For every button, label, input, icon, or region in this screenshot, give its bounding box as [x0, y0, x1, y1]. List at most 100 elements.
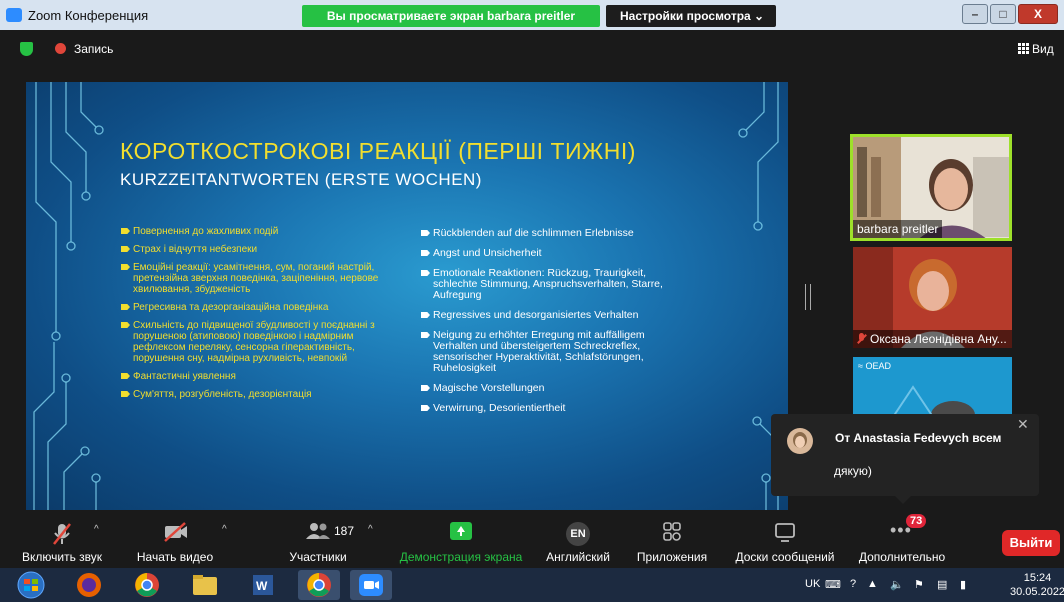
- arrow-bullet-icon: [421, 270, 430, 276]
- window-title: Zoom Конференция: [28, 8, 149, 23]
- apps-button[interactable]: Приложения: [630, 514, 714, 568]
- help-icon[interactable]: ?: [850, 578, 856, 590]
- list-item: Verwirrung, Desorientiertheit: [421, 403, 691, 414]
- svg-text:W: W: [256, 579, 268, 593]
- taskbar-clock[interactable]: 15:24 30.05.2022: [1010, 571, 1064, 599]
- participants-chevron-icon[interactable]: ^: [368, 524, 373, 535]
- security-shield-icon[interactable]: [20, 42, 33, 56]
- chat-notification[interactable]: От Anastasia Fedevych всем дякую) ✕: [771, 414, 1039, 504]
- show-hidden-icons-icon[interactable]: ▲: [867, 578, 878, 590]
- minimize-icon: –: [971, 7, 979, 21]
- meeting-toolbar: Включить звук ^ Начать видео ^ Участники…: [0, 514, 1064, 568]
- zoom-icon[interactable]: [350, 570, 392, 600]
- arrow-bullet-icon: [421, 405, 430, 411]
- keyboard-icon[interactable]: ⌨: [825, 578, 841, 591]
- arrow-bullet-icon: [121, 373, 130, 379]
- list-item: Neigung zu erhöhter Erregung mit auffäll…: [421, 330, 691, 374]
- participant-tile[interactable]: ≈ OEAD: [853, 357, 1012, 417]
- video-options-chevron-icon[interactable]: ^: [222, 524, 227, 535]
- firefox-icon[interactable]: [68, 570, 110, 600]
- maximize-button[interactable]: □: [990, 4, 1016, 24]
- participant-tile-active-speaker[interactable]: barbara preitler: [850, 134, 1012, 241]
- list-item: Схильність до підвищеної збудливості у п…: [121, 320, 381, 364]
- shared-screen-slide: КОРОТКОСТРОКОВІ РЕАКЦІЇ (ПЕРШІ ТИЖНІ) KU…: [26, 82, 788, 510]
- participant-name: barbara preitler: [853, 220, 943, 238]
- start-orb-icon[interactable]: [10, 570, 52, 600]
- screen-share-banner: Вы просматриваете экран barbara preitler: [302, 5, 600, 27]
- explorer-folder-icon[interactable]: [184, 570, 226, 600]
- participant-name-bar: Оксана Леонідівна Ану...: [853, 330, 1012, 348]
- audio-options-chevron-icon[interactable]: ^: [94, 524, 99, 535]
- list-item: Rückblenden auf die schlimmen Erlebnisse: [421, 228, 691, 239]
- participants-button[interactable]: Участники: [278, 514, 358, 568]
- zoom-app-icon: [6, 8, 22, 22]
- arrow-bullet-icon: [421, 230, 430, 236]
- title-bar: Zoom Конференция Вы просматриваете экран…: [0, 0, 1064, 30]
- notification-badge: 73: [906, 514, 927, 528]
- chrome-active-icon[interactable]: [298, 570, 340, 600]
- arrow-bullet-icon: [421, 332, 430, 338]
- minimize-button[interactable]: –: [962, 4, 988, 24]
- network-icon[interactable]: ▤: [937, 578, 947, 591]
- video-off-icon: [164, 522, 187, 542]
- start-video-button[interactable]: Начать видео: [125, 514, 225, 568]
- apps-icon: [663, 522, 681, 541]
- close-notification-icon[interactable]: ✕: [1017, 416, 1029, 433]
- slide-subtitle: KURZZEITANTWORTEN (ERSTE WOCHEN): [120, 170, 482, 189]
- chat-message: дякую): [834, 464, 872, 478]
- recording-label[interactable]: Запись: [74, 42, 113, 56]
- whiteboards-button[interactable]: Доски сообщений: [727, 514, 843, 568]
- more-button[interactable]: ••• Дополнительно: [852, 514, 952, 568]
- participants-icon: [306, 523, 330, 539]
- avatar: [787, 428, 813, 454]
- arrow-bullet-icon: [421, 312, 430, 318]
- language-interpretation-button[interactable]: EN Английский: [540, 514, 616, 568]
- volume-icon[interactable]: 🔈: [890, 578, 904, 591]
- view-button[interactable]: Вид: [1018, 42, 1054, 56]
- slide-title: КОРОТКОСТРОКОВІ РЕАКЦІЇ (ПЕРШІ ТИЖНІ): [120, 138, 636, 164]
- participant-label: ≈ OEAD: [858, 361, 891, 371]
- grid-view-icon: [1018, 43, 1029, 54]
- zoom-window: Zoom Конференция Вы просматриваете экран…: [0, 0, 1064, 602]
- chat-sender: От Anastasia Fedevych всем: [835, 431, 1002, 445]
- list-item: Регресивна та дезорганізаційна поведінка: [121, 302, 381, 313]
- leave-meeting-button[interactable]: Выйти: [1002, 530, 1060, 556]
- signal-bars-icon[interactable]: ▮: [960, 578, 966, 591]
- participants-count: 187: [334, 524, 355, 538]
- ukrainian-list: Повернення до жахливих подій Страх і від…: [121, 226, 381, 400]
- arrow-bullet-icon: [121, 246, 130, 252]
- unmute-button[interactable]: Включить звук: [10, 514, 114, 568]
- chrome-icon[interactable]: [126, 570, 168, 600]
- windows-taskbar: W UK ⌨ ? ▲ 🔈 ⚑ ▤ ▮ 15:24 30.05.2022: [0, 568, 1064, 602]
- arrow-bullet-icon: [121, 322, 130, 328]
- view-settings-dropdown[interactable]: Настройки просмотра ⌄: [606, 5, 776, 27]
- list-item: Emotionale Reaktionen: Rückzug, Traurigk…: [421, 268, 691, 301]
- whiteboard-icon: [775, 523, 795, 542]
- list-item: Сум'яття, розгубленість, дезорієнтація: [121, 389, 381, 400]
- split-resize-handle[interactable]: [805, 284, 811, 310]
- arrow-bullet-icon: [121, 304, 130, 310]
- date: 30.05.2022: [1010, 586, 1064, 598]
- close-icon: X: [1033, 7, 1042, 21]
- list-item: Фантастичні уявлення: [121, 371, 381, 382]
- muted-mic-icon: [857, 333, 866, 344]
- keyboard-language[interactable]: UK: [805, 578, 820, 590]
- list-item: Regressives und desorganisiertes Verhalt…: [421, 310, 691, 321]
- participant-tile[interactable]: Оксана Леонідівна Ану...: [853, 247, 1012, 348]
- german-list: Rückblenden auf die schlimmen Erlebnisse…: [421, 228, 691, 414]
- view-label: Вид: [1032, 42, 1054, 56]
- arrow-bullet-icon: [421, 250, 430, 256]
- list-item: Повернення до жахливих подій: [121, 226, 381, 237]
- maximize-icon: □: [999, 7, 1007, 21]
- word-icon[interactable]: W: [242, 570, 284, 600]
- arrow-bullet-icon: [421, 385, 430, 391]
- share-screen-button[interactable]: Демонстрация экрана: [393, 514, 529, 568]
- list-item: Емоційні реакції: усамітнення, сум, пога…: [121, 262, 381, 295]
- time: 15:24: [1023, 572, 1052, 584]
- arrow-bullet-icon: [121, 228, 130, 234]
- close-window-button[interactable]: X: [1018, 4, 1058, 24]
- arrow-bullet-icon: [121, 264, 130, 270]
- recording-icon[interactable]: [55, 43, 66, 54]
- list-item: Angst und Unsicherheit: [421, 248, 691, 259]
- action-center-flag-icon[interactable]: ⚑: [914, 578, 924, 591]
